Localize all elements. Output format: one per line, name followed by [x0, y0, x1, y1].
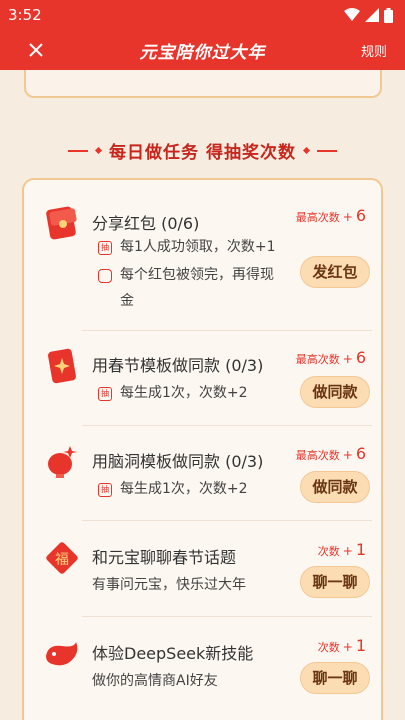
- reward-value: 1: [355, 636, 366, 655]
- reward-plus: +: [342, 210, 353, 224]
- task-name: 分享红包 (0/6): [92, 214, 200, 233]
- wifi-icon: [344, 8, 360, 21]
- reward-plus: +: [342, 448, 353, 462]
- reward-label: 次数: [317, 641, 340, 654]
- task-name: 用春节模板做同款 (0/3): [92, 356, 264, 375]
- reward-value: 1: [355, 540, 366, 559]
- task-deepseek: 体验DeepSeek新技能 次数 + 1 做你的高情商AI好友 聊一聊: [42, 634, 372, 714]
- cash-box-icon: [98, 269, 112, 283]
- task-desc: 每生成1次，次数+2: [120, 385, 248, 401]
- rules-link[interactable]: 规则: [361, 41, 387, 60]
- make-same-button[interactable]: 做同款: [300, 471, 370, 503]
- divider: [82, 425, 372, 426]
- reward-label: 最高次数: [295, 211, 340, 224]
- svg-text:福: 福: [55, 552, 69, 568]
- divider: [82, 520, 372, 521]
- task-brainstorm-template: 用脑洞模板做同款 (0/3) 最高次数 + 6 抽 每生成1次，次数+2 做同款: [42, 442, 372, 522]
- red-envelope-icon: [46, 206, 77, 240]
- task-desc: 每1人成功领取，次数+1: [120, 239, 276, 255]
- fu-icon: 福: [46, 542, 78, 574]
- battery-icon: [384, 7, 393, 23]
- divider: [82, 330, 372, 331]
- whale-icon: [46, 642, 78, 666]
- task-chat-spring: 福 和元宝聊聊春节话题 次数 + 1 有事问元宝，快乐过大年 聊一聊: [42, 538, 372, 618]
- close-button[interactable]: [24, 38, 48, 62]
- page-title: 元宝陪你过大年: [139, 42, 266, 63]
- task-spring-template: 用春节模板做同款 (0/3) 最高次数 + 6 抽 每生成1次，次数+2 做同款: [42, 346, 372, 426]
- title-bar: 元宝陪你过大年 规则: [0, 30, 405, 70]
- close-icon: [29, 43, 43, 57]
- signal-icon: [365, 8, 379, 22]
- status-icons: [344, 7, 393, 23]
- draw-tag-icon: 抽: [98, 483, 112, 497]
- status-time: 3:52: [8, 6, 42, 24]
- task-desc: 每个红包被领完，再得现: [120, 267, 274, 283]
- title-dot-left: [94, 146, 103, 155]
- task-name: 和元宝聊聊春节话题: [92, 548, 237, 567]
- status-bar: 3:52: [0, 0, 405, 30]
- reward-label: 次数: [317, 545, 340, 558]
- reward-plus: +: [342, 640, 353, 654]
- task-desc: 每生成1次，次数+2: [120, 481, 248, 497]
- chat-button[interactable]: 聊一聊: [300, 566, 370, 598]
- reward-value: 6: [355, 348, 366, 367]
- title-decoration-left: [68, 149, 89, 152]
- task-reward: 次数 + 1: [318, 636, 366, 655]
- task-card: 分享红包 (0/6) 最高次数 + 6 抽 每1人成功领取，次数+1 每个红包被…: [22, 178, 383, 720]
- reward-plus: +: [342, 544, 353, 558]
- task-desc: 金: [120, 293, 134, 309]
- chat-button[interactable]: 聊一聊: [300, 662, 370, 694]
- reward-value: 6: [355, 206, 366, 225]
- make-same-button[interactable]: 做同款: [300, 376, 370, 408]
- lantern-icon: [48, 446, 77, 478]
- draw-tag-icon: 抽: [98, 241, 112, 255]
- section-title: 每日做任务 得抽奖次数: [0, 138, 405, 163]
- reward-label: 最高次数: [295, 449, 340, 462]
- title-decoration-right: [316, 149, 337, 152]
- red-card-icon: [48, 348, 76, 384]
- reward-value: 6: [355, 444, 366, 463]
- draw-tag-icon: 抽: [98, 387, 112, 401]
- reward-plus: +: [342, 352, 353, 366]
- task-reward: 最高次数 + 6: [296, 206, 366, 225]
- task-desc: 做你的高情商AI好友: [92, 673, 218, 689]
- reward-label: 最高次数: [295, 353, 340, 366]
- task-reward: 最高次数 + 6: [296, 444, 366, 463]
- task-desc: 有事问元宝，快乐过大年: [92, 577, 246, 593]
- title-dot-right: [302, 146, 310, 155]
- task-reward: 最高次数 + 6: [296, 348, 366, 367]
- upper-card: [24, 70, 382, 98]
- divider: [82, 616, 372, 617]
- send-red-envelope-button[interactable]: 发红包: [300, 256, 370, 288]
- task-share-red-envelope: 分享红包 (0/6) 最高次数 + 6 抽 每1人成功领取，次数+1 每个红包被…: [42, 204, 372, 324]
- task-name: 体验DeepSeek新技能: [92, 644, 254, 663]
- section-title-text: 每日做任务 得抽奖次数: [109, 143, 296, 163]
- task-name: 用脑洞模板做同款 (0/3): [92, 452, 264, 471]
- task-reward: 次数 + 1: [318, 540, 366, 559]
